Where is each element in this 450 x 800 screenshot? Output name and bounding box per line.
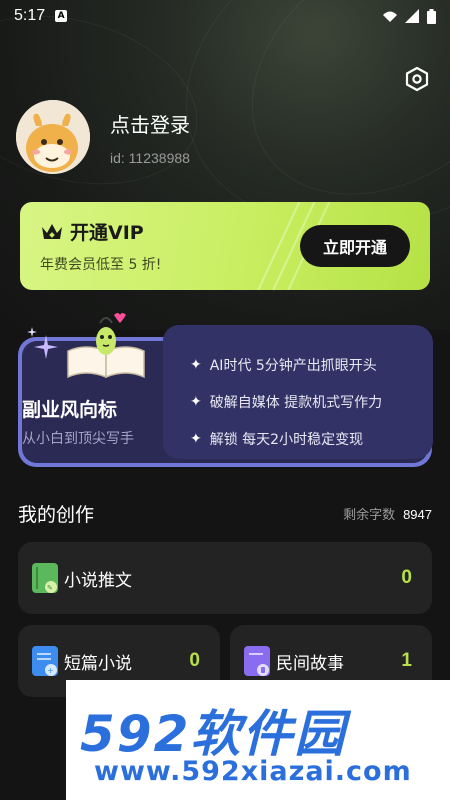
- notification-icon: A: [55, 10, 68, 22]
- cellular-icon: [405, 9, 419, 23]
- purple-doc-icon: [244, 646, 270, 676]
- svg-text:✎: ✎: [47, 584, 53, 592]
- open-vip-button[interactable]: 立即开通: [300, 225, 410, 267]
- status-time: 5:17: [14, 7, 46, 24]
- watermark-url: www.592xiazai.com: [94, 756, 412, 787]
- profile-section[interactable]: 点击登录 id: 11238988: [16, 100, 190, 174]
- card-count: 0: [189, 650, 200, 671]
- user-id: id: 11238988: [110, 149, 190, 166]
- creation-card-novel-promo[interactable]: ✎ 小说推文 0: [18, 542, 432, 614]
- login-link[interactable]: 点击登录: [110, 109, 190, 138]
- card-count: 1: [401, 650, 412, 671]
- green-book-icon: ✎: [32, 563, 58, 593]
- section-title: 我的创作: [18, 504, 95, 526]
- book-mascot-icon: [67, 313, 145, 379]
- settings-hex-icon: [405, 66, 429, 92]
- card-label: 小说推文: [64, 570, 132, 591]
- status-bar: 5:17 A: [0, 0, 450, 32]
- feature-item: ✦ AI时代 5分钟产出抓眼开头: [190, 356, 377, 374]
- battery-icon: [427, 8, 436, 24]
- sparkle-icon: [27, 327, 58, 359]
- remaining-count: 8947: [403, 507, 432, 522]
- promo-banner[interactable]: 副业风向标 从小白到顶尖写手 ✦ AI时代 5分钟产出抓眼开头 ✦ 破解自媒体 …: [18, 313, 433, 467]
- vip-subtitle: 年费会员低至 5 折!: [40, 257, 162, 273]
- avatar[interactable]: [16, 100, 90, 174]
- settings-button[interactable]: [402, 64, 432, 94]
- blue-doc-icon: +: [32, 646, 58, 676]
- feature-item: ✦ 破解自媒体 提款机式写作力: [190, 393, 383, 411]
- banner-subtitle: 从小白到顶尖写手: [22, 431, 134, 447]
- sparkle-bullet-icon: ✦: [190, 430, 202, 447]
- sparkle-bullet-icon: ✦: [190, 356, 202, 373]
- card-label: 民间故事: [276, 653, 344, 674]
- crown-icon: [42, 223, 62, 239]
- feature-item: ✦ 解锁 每天2小时稳定变现: [190, 430, 364, 448]
- vip-card[interactable]: 开通VIP 年费会员低至 5 折! 立即开通: [20, 202, 430, 290]
- card-count: 0: [401, 567, 412, 588]
- banner-title: 副业风向标: [20, 395, 138, 422]
- cartoon-cow-avatar-icon: [16, 100, 90, 174]
- sparkle-bullet-icon: ✦: [190, 393, 202, 410]
- card-label: 短篇小说: [64, 653, 132, 674]
- vip-title: 开通VIP: [70, 222, 144, 244]
- watermark-overlay: 592软件园 www.592xiazai.com: [66, 680, 450, 800]
- svg-text:+: +: [47, 666, 54, 675]
- remaining-words: 剩余字数 8947: [343, 507, 432, 523]
- signal-icon: [383, 11, 397, 22]
